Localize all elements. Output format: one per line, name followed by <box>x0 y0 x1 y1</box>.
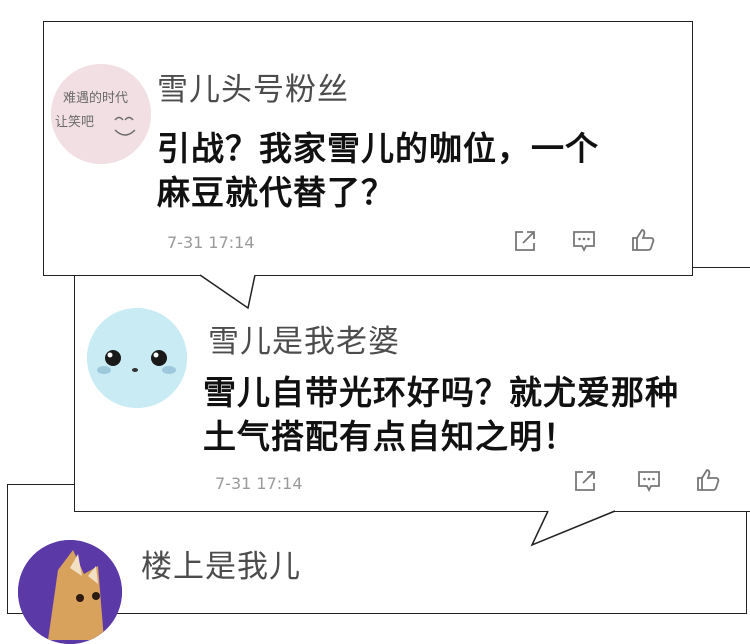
speech-tail-1 <box>199 274 616 547</box>
